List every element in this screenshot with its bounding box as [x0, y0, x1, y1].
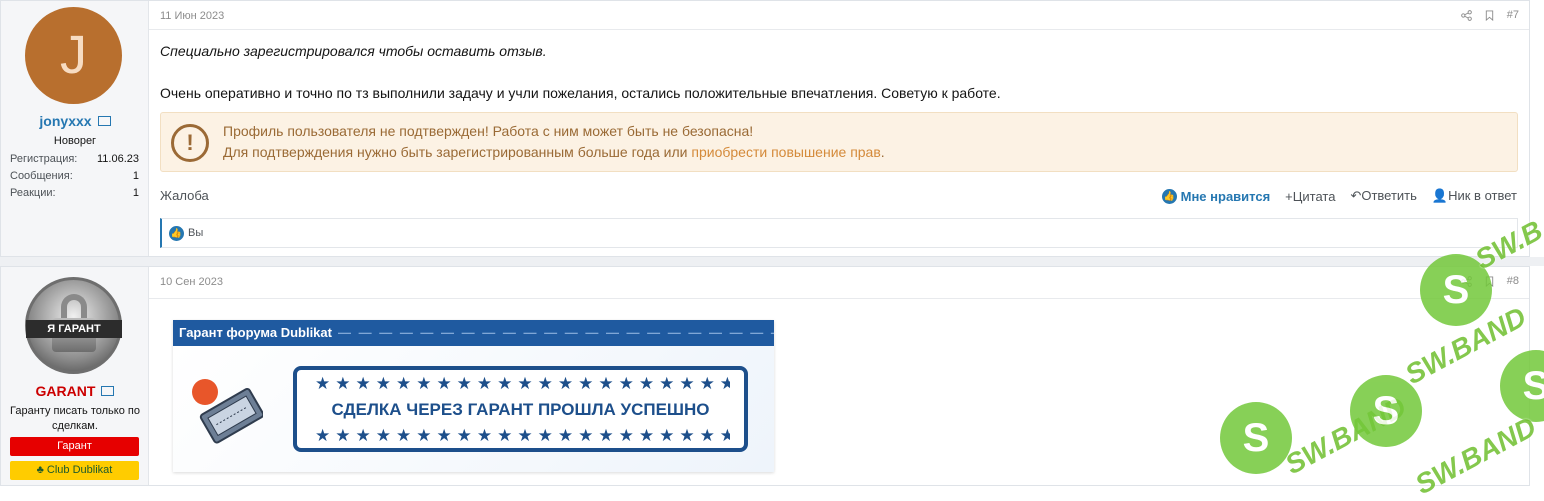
- user-title: Гаранту писать только по сделкам.: [10, 405, 140, 432]
- envelope-icon[interactable]: [97, 116, 111, 127]
- envelope-icon[interactable]: [101, 386, 115, 397]
- badge-club: ♣ Club Dublikat: [10, 461, 139, 480]
- report-link[interactable]: Жалоба: [160, 188, 209, 203]
- stars-bottom: ★★★★★★★★★★★★★★★★★★★★★: [315, 426, 730, 445]
- post-main: 11 Июн 2023 #7 Специально зарегистрирова…: [149, 1, 1529, 256]
- upgrade-link[interactable]: приобрести повышение прав: [691, 144, 880, 160]
- post-number[interactable]: #7: [1507, 9, 1519, 21]
- user-info-column: J jonyxxx Новорег Регистрация: 11.06.23 С…: [1, 1, 149, 256]
- post-8: Я ГАРАНТ GARANT Гаранту писать только по…: [0, 266, 1530, 486]
- seal-text: СДЕЛКА ЧЕРЕЗ ГАРАНТ ПРОШЛА УСПЕШНО: [331, 400, 710, 419]
- post-separator: [0, 257, 1544, 266]
- thumbs-up-icon: 👍: [169, 226, 184, 241]
- stat-registration: Регистрация: 11.06.23: [10, 153, 139, 165]
- quote-button[interactable]: +Цитата: [1285, 189, 1335, 204]
- post-body-line1: Специально зарегистрировался чтобы остав…: [160, 43, 547, 59]
- watermark-logo-icon: S: [1350, 375, 1422, 447]
- club-icon: ♣: [36, 464, 47, 476]
- mention-button[interactable]: 👤Ник в ответ: [1432, 188, 1517, 204]
- reply-icon: ↶: [1350, 188, 1362, 203]
- success-seal: ★★★★★★★★★★★★★★★★★★★★★ СДЕЛКА ЧЕРЕЗ ГАРАН…: [293, 366, 748, 452]
- banner-header: Гарант форума Dublikat — — — — — — — — — …: [173, 320, 774, 346]
- thumbs-up-icon: 👍: [1161, 188, 1177, 204]
- user-stats: Регистрация: 11.06.23 Сообщения: 1 Реакции…: [10, 151, 139, 202]
- like-button[interactable]: 👍 Мне нравится: [1161, 188, 1270, 204]
- garant-banner: Гарант форума Dublikat — — — — — — — — — …: [173, 320, 774, 472]
- avatar-label: Я ГАРАНТ: [26, 320, 122, 338]
- watermark-logo-icon: S: [1420, 254, 1492, 326]
- stamp-icon: [192, 379, 263, 444]
- bookmark-icon[interactable]: [1484, 9, 1495, 21]
- user-title: Новорег: [53, 135, 97, 147]
- stars-top: ★★★★★★★★★★★★★★★★★★★★★: [315, 374, 730, 393]
- post-actions: 👍 Мне нравится +Цитата ↶Ответить 👤Ник в о…: [1161, 188, 1517, 204]
- badge-garant: Гарант: [10, 437, 139, 456]
- username[interactable]: jonyxxx: [1, 113, 149, 129]
- reply-button[interactable]: ↶Ответить: [1350, 188, 1416, 204]
- post-number[interactable]: #8: [1507, 275, 1519, 287]
- unverified-warning: ! Профиль пользователя не подтвержден! Р…: [160, 112, 1518, 172]
- share-icon[interactable]: [1460, 9, 1472, 21]
- stat-reactions: Реакции: 1: [10, 187, 139, 199]
- post-date[interactable]: 10 Сен 2023: [160, 276, 223, 288]
- post-body-line2: Очень оперативно и точно по тз выполнили…: [160, 85, 1001, 101]
- warning-line1: Профиль пользователя не подтвержден! Раб…: [223, 123, 754, 139]
- avatar[interactable]: Я ГАРАНТ: [25, 277, 122, 374]
- header-divider: [149, 298, 1529, 299]
- reactions-bar: 👍 Вы: [160, 218, 1518, 248]
- username-label[interactable]: jonyxxx: [39, 113, 91, 129]
- banner-body: ★★★★★★★★★★★★★★★★★★★★★ СДЕЛКА ЧЕРЕЗ ГАРАН…: [173, 346, 774, 472]
- avatar[interactable]: J: [25, 7, 122, 104]
- exclamation-icon: !: [171, 124, 209, 162]
- user-icon: 👤: [1431, 188, 1449, 203]
- username-label[interactable]: GARANT: [36, 383, 96, 399]
- user-info-column: Я ГАРАНТ GARANT Гаранту писать только по…: [1, 267, 149, 485]
- warning-line2: Для подтверждения нужно быть зарегистрир…: [223, 144, 885, 160]
- post-7: J jonyxxx Новорег Регистрация: 11.06.23 С…: [0, 0, 1530, 257]
- stat-messages: Сообщения: 1: [10, 170, 139, 182]
- watermark-logo-icon: S: [1220, 402, 1292, 474]
- header-divider: [149, 29, 1529, 30]
- post-main: 10 Сен 2023 #8 Гарант форума Dublikat — —…: [149, 267, 1529, 485]
- post-date[interactable]: 11 Июн 2023: [160, 10, 224, 22]
- username[interactable]: GARANT: [1, 383, 149, 399]
- post-header-icons: #7: [1460, 9, 1519, 21]
- reactions-by[interactable]: Вы: [188, 227, 203, 239]
